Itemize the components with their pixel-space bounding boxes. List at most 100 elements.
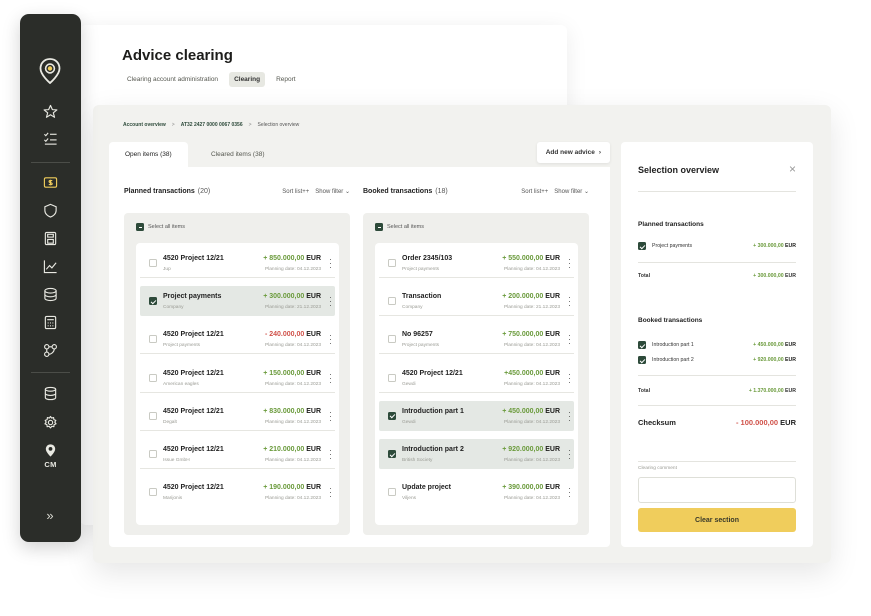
add-new-advice-button[interactable]: Add new advice › <box>536 142 610 163</box>
amount-value: + 1.370.000,00 <box>748 388 784 394</box>
row-checkbox[interactable] <box>388 450 396 458</box>
row-amount: + 150.000,00 EUR <box>263 370 321 377</box>
table-row[interactable]: 4520 Project 12/21 Project payments - 240.… <box>140 324 335 355</box>
currency: EUR <box>306 255 321 262</box>
table-row[interactable]: 4520 Project 12/21 Jup + 850.000,00 EUR Pla… <box>140 248 335 278</box>
shield-icon[interactable] <box>39 199 61 221</box>
row-checkbox[interactable] <box>388 488 396 497</box>
select-all-checkbox[interactable] <box>136 223 144 231</box>
amount-value: + 210.000,00 <box>263 446 305 453</box>
table-row[interactable]: Introduction part 2 British Society + 920.… <box>379 439 574 469</box>
more-options-icon[interactable]: · · · <box>567 332 572 348</box>
row-checkbox[interactable] <box>149 373 157 382</box>
amount-value: + 390.000,00 <box>502 484 544 492</box>
currency: EUR <box>306 331 321 339</box>
database-stack-icon[interactable] <box>39 283 61 305</box>
row-checkbox[interactable] <box>388 259 396 267</box>
table-row[interactable]: Transaction Company + 200.000,00 EUR Planni… <box>379 286 574 317</box>
calculator-icon[interactable] <box>39 311 61 333</box>
table-row[interactable]: 4520 Project 12/21 Gewdi +450.000,00 EUR Pl… <box>379 363 574 393</box>
row-checkbox[interactable] <box>149 488 157 497</box>
row-checkbox[interactable] <box>388 335 396 344</box>
clearing-comment-input[interactable] <box>638 477 796 503</box>
row-amount: +450.000,00 EUR <box>504 370 560 377</box>
row-subtitle: Viljens <box>402 496 417 502</box>
row-amount: + 210.000,00 EUR <box>263 446 321 453</box>
booked-filter-button[interactable]: Show filter ⌄ <box>554 188 589 195</box>
row-amount: + 920.000,00 EUR <box>502 446 560 453</box>
row-checkbox[interactable] <box>388 297 396 306</box>
close-icon[interactable]: × <box>789 163 796 175</box>
more-options-icon[interactable]: · · · <box>567 408 572 424</box>
tab-clearing-account-administration[interactable]: Clearing account administration <box>122 72 223 87</box>
planned-filter-button[interactable]: Show filter ⌄ <box>315 188 350 195</box>
table-row[interactable]: Update project Viljens + 390.000,00 EUR Pla… <box>379 477 574 507</box>
planned-select-all[interactable]: Select all items <box>136 223 185 231</box>
row-checkbox[interactable] <box>149 297 157 306</box>
tab-clearing[interactable]: Clearing <box>229 72 266 87</box>
row-planning-date: Planning date: 04.12.2023 <box>264 267 321 272</box>
row-checkbox[interactable] <box>149 335 157 344</box>
row-planning-date: Planning date: 04.12.2023 <box>503 267 560 272</box>
table-row[interactable]: 4520 Project 12/21 Marijonis + 190.000,00 … <box>140 477 335 507</box>
more-options-icon[interactable]: · · · <box>567 485 572 501</box>
settings-icon[interactable] <box>39 411 61 433</box>
storage-icon[interactable] <box>39 382 61 404</box>
currency-exchange-icon[interactable] <box>39 171 61 193</box>
more-options-icon[interactable]: · · · <box>328 294 333 310</box>
row-checkbox[interactable] <box>638 242 646 250</box>
select-all-checkbox[interactable] <box>375 223 383 231</box>
tab-cleared-items[interactable]: Cleared items (38) <box>195 142 280 167</box>
more-options-icon[interactable]: · · · <box>567 447 572 463</box>
breadcrumb-account-overview[interactable]: Account overview <box>123 122 166 128</box>
table-row[interactable]: 4520 Project 12/21 Degalt + 830.000,00 EUR… <box>140 401 335 431</box>
table-row[interactable]: Project payments Company + 300.000,00 EUR P… <box>140 286 335 317</box>
booked-select-all[interactable]: Select all items <box>375 223 424 231</box>
line-chart-icon[interactable] <box>39 255 61 277</box>
more-options-icon[interactable]: · · · <box>567 294 572 310</box>
more-options-icon[interactable]: · · · <box>328 256 333 272</box>
flow-icon[interactable] <box>39 339 61 361</box>
tab-open-items[interactable]: Open items (38) <box>109 142 188 167</box>
row-planning-date: Planning date: 04.12.2023 <box>264 381 321 387</box>
more-options-icon[interactable]: · · · <box>567 256 572 272</box>
row-checkbox[interactable] <box>388 411 396 420</box>
booked-sort-button[interactable]: Sort list++ <box>521 189 548 195</box>
table-row[interactable]: 4520 Project 12/21 Issue GmbH + 210.000,00… <box>140 439 335 469</box>
select-all-label: Select all items <box>148 224 185 230</box>
currency: EUR <box>545 407 560 415</box>
row-checkbox[interactable] <box>149 259 157 267</box>
currency: EUR <box>306 446 321 453</box>
total-amount: + 1.370.000,00 EUR <box>749 388 796 394</box>
more-options-icon[interactable]: · · · <box>567 370 572 386</box>
row-checkbox[interactable] <box>638 356 646 364</box>
more-options-icon[interactable]: · · · <box>328 447 333 463</box>
row-checkbox[interactable] <box>149 450 157 458</box>
star-icon[interactable] <box>39 100 61 122</box>
breadcrumb-account-number[interactable]: AT32 2427 0000 0067 0356 <box>181 122 243 128</box>
planned-sort-button[interactable]: Sort list++ <box>282 189 309 195</box>
tab-report[interactable]: Report <box>271 72 301 87</box>
location-pin-icon[interactable] <box>39 439 61 461</box>
add-new-advice-label: Add new advice <box>545 149 595 156</box>
app-logo-icon[interactable] <box>39 58 61 84</box>
table-row[interactable]: Order 2345/103 Project payments + 550.000,… <box>379 248 574 278</box>
row-checkbox[interactable] <box>388 373 396 382</box>
row-checkbox[interactable] <box>638 341 646 349</box>
checklist-icon[interactable] <box>39 127 61 149</box>
more-options-icon[interactable]: · · · <box>328 485 333 501</box>
table-row[interactable]: No 96257 Project payments + 750.000,00 EUR… <box>379 324 574 355</box>
expand-sidebar-icon[interactable]: » <box>39 508 61 524</box>
row-subtitle: Project payments <box>163 343 201 349</box>
row-checkbox[interactable] <box>149 411 157 420</box>
planned-title: Planned transactions <box>124 188 195 195</box>
table-row[interactable]: 4520 Project 12/21 American eagles + 150.0… <box>140 363 335 393</box>
more-options-icon[interactable]: · · · <box>328 370 333 386</box>
clear-section-button[interactable]: Clear section <box>638 508 796 532</box>
more-options-icon[interactable]: · · · <box>328 408 333 424</box>
row-amount: + 200.000,00 EUR <box>502 293 560 300</box>
save-document-icon[interactable] <box>39 227 61 249</box>
amount-value: +450.000,00 <box>504 369 544 377</box>
more-options-icon[interactable]: · · · <box>328 332 333 348</box>
table-row[interactable]: Introduction part 1 Gewdi + 450.000,00 EUR… <box>379 400 574 431</box>
